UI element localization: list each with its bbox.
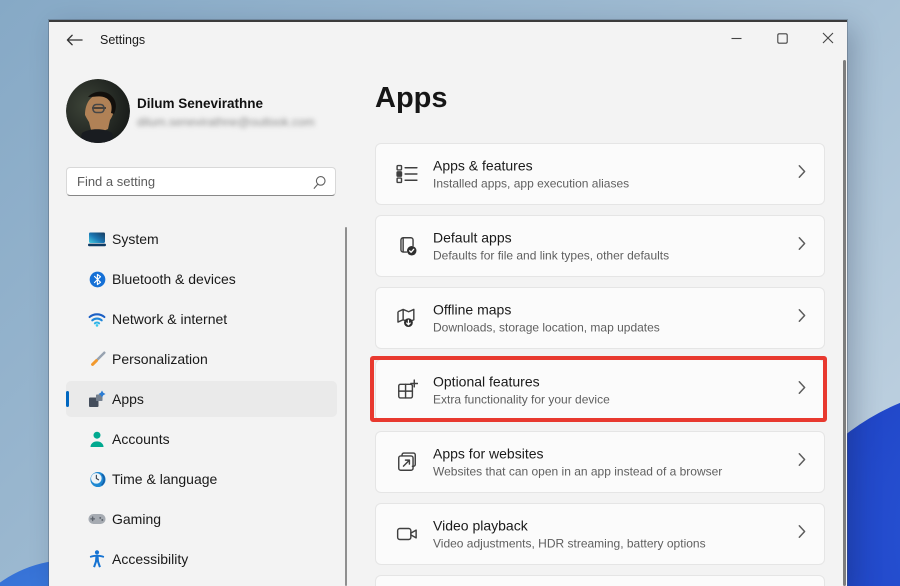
selected-accent-bar xyxy=(66,391,69,407)
sidebar-item-label: Bluetooth & devices xyxy=(112,271,236,287)
system-icon xyxy=(88,230,106,248)
settings-window: Settings xyxy=(49,20,847,586)
avatar xyxy=(66,79,130,143)
card-subtitle: Downloads, storage location, map updates xyxy=(433,321,660,335)
sidebar-item-label: Accessibility xyxy=(112,551,188,567)
network-icon xyxy=(88,310,106,328)
apps-for-websites-icon xyxy=(396,451,418,473)
minimize-button[interactable] xyxy=(713,24,759,56)
card-subtitle: Installed apps, app execution aliases xyxy=(433,177,629,191)
sidebar-item-gaming[interactable]: Gaming xyxy=(66,499,337,539)
video-playback-icon xyxy=(396,523,418,545)
chevron-right-icon xyxy=(798,309,806,328)
card-title: Apps for websites xyxy=(433,446,722,462)
sidebar-item-bluetooth-devices[interactable]: Bluetooth & devices xyxy=(66,259,337,299)
sidebar-item-label: Personalization xyxy=(112,351,208,367)
card-video-playback[interactable]: Video playback Video adjustments, HDR st… xyxy=(375,503,825,565)
gaming-icon xyxy=(88,510,106,528)
time-language-icon xyxy=(88,470,106,488)
card-title: Optional features xyxy=(433,374,610,390)
sidebar-item-label: Network & internet xyxy=(112,311,227,327)
offline-maps-icon xyxy=(396,307,418,329)
sidebar-item-accounts[interactable]: Accounts xyxy=(66,419,337,459)
personalization-icon xyxy=(88,350,106,368)
page-title: Apps xyxy=(375,82,448,115)
sidebar-item-label: Time & language xyxy=(112,471,217,487)
apps-icon xyxy=(88,390,106,408)
titlebar: Settings xyxy=(49,22,847,60)
sidebar-item-label: Gaming xyxy=(112,511,161,527)
sidebar-scrollbar[interactable] xyxy=(345,227,347,586)
card-optional-features[interactable]: Optional features Extra functionality fo… xyxy=(375,359,825,421)
bluetooth-icon xyxy=(88,270,106,288)
chevron-right-icon xyxy=(798,237,806,256)
sidebar-item-system[interactable]: System xyxy=(66,219,337,259)
card-apps-and-features[interactable]: Apps & features Installed apps, app exec… xyxy=(375,143,825,205)
optional-features-icon xyxy=(396,379,418,401)
close-button[interactable] xyxy=(805,24,847,56)
main-scrollbar[interactable] xyxy=(843,60,846,586)
sidebar-item-time-language[interactable]: Time & language xyxy=(66,459,337,499)
maximize-icon xyxy=(777,31,788,49)
account-email: dilum.senevirathne@outlook.com xyxy=(137,115,315,129)
search-input[interactable] xyxy=(67,168,335,195)
card-title: Offline maps xyxy=(433,302,660,318)
search-icon xyxy=(312,175,327,195)
card-title: Video playback xyxy=(433,518,706,534)
card-offline-maps[interactable]: Offline maps Downloads, storage location… xyxy=(375,287,825,349)
sidebar-item-personalization[interactable]: Personalization xyxy=(66,339,337,379)
default-apps-icon xyxy=(396,235,418,257)
chevron-right-icon xyxy=(798,453,806,472)
card-title: Apps & features xyxy=(433,158,629,174)
sidebar-item-label: Accounts xyxy=(112,431,170,447)
sidebar-item-accessibility[interactable]: Accessibility xyxy=(66,539,337,579)
chevron-right-icon xyxy=(798,165,806,184)
back-button[interactable] xyxy=(61,31,87,53)
chevron-right-icon xyxy=(798,525,806,544)
accessibility-icon xyxy=(88,550,106,568)
sidebar-item-network-internet[interactable]: Network & internet xyxy=(66,299,337,339)
minimize-icon xyxy=(731,31,742,49)
account-name: Dilum Senevirathne xyxy=(137,96,263,111)
close-icon xyxy=(822,31,834,49)
apps-features-icon xyxy=(396,163,418,185)
card-subtitle: Websites that can open in an app instead… xyxy=(433,465,722,479)
card-partial-bottom[interactable] xyxy=(375,575,825,586)
chevron-right-icon xyxy=(798,381,806,400)
sidebar-nav: System Bluetooth & devices Network & int… xyxy=(66,219,337,579)
settings-card-list: Apps & features Installed apps, app exec… xyxy=(375,143,825,586)
card-subtitle: Defaults for file and link types, other … xyxy=(433,249,669,263)
maximize-button[interactable] xyxy=(759,24,805,56)
window-title: Settings xyxy=(100,33,145,47)
search-box[interactable] xyxy=(66,167,336,196)
back-arrow-icon xyxy=(66,33,83,51)
accounts-icon xyxy=(88,430,106,448)
sidebar-item-label: System xyxy=(112,231,159,247)
sidebar-item-apps[interactable]: Apps xyxy=(66,381,337,417)
card-subtitle: Video adjustments, HDR streaming, batter… xyxy=(433,537,706,551)
card-apps-for-websites[interactable]: Apps for websites Websites that can open… xyxy=(375,431,825,493)
card-title: Default apps xyxy=(433,230,669,246)
sidebar-item-label: Apps xyxy=(112,391,144,407)
card-default-apps[interactable]: Default apps Defaults for file and link … xyxy=(375,215,825,277)
card-subtitle: Extra functionality for your device xyxy=(433,393,610,407)
